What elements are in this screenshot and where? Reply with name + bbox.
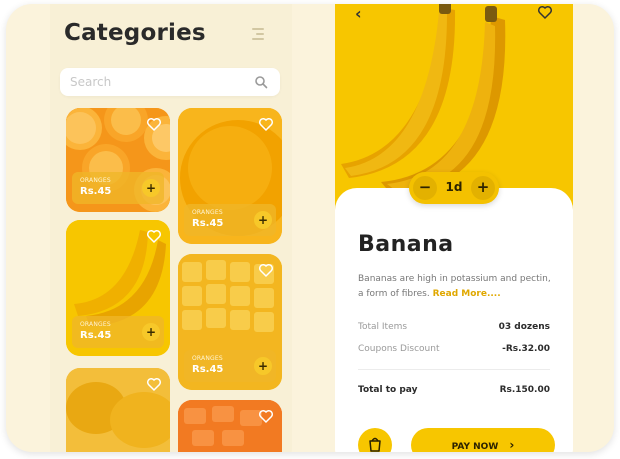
product-price: Rs.45 bbox=[192, 218, 224, 229]
product-name: Banana bbox=[358, 232, 454, 257]
cart-button[interactable] bbox=[358, 428, 392, 452]
search-icon[interactable] bbox=[254, 75, 268, 89]
heart-icon[interactable] bbox=[537, 4, 553, 20]
categories-screen: Categories Search ORANGES Rs.45 + ORANGE… bbox=[50, 4, 292, 452]
add-to-cart-button[interactable]: + bbox=[142, 323, 160, 341]
add-to-cart-button[interactable]: + bbox=[254, 357, 272, 375]
heart-icon[interactable] bbox=[258, 116, 274, 132]
add-to-cart-button[interactable]: + bbox=[142, 179, 160, 197]
heart-icon[interactable] bbox=[146, 376, 162, 392]
product-info: ORANGES Rs.45 + bbox=[72, 316, 164, 348]
total-value: Rs.150.00 bbox=[499, 385, 550, 395]
cart-icon bbox=[369, 437, 381, 452]
coupons-value: -Rs.32.00 bbox=[502, 344, 550, 354]
product-description: Bananas are high in potassium and pectin… bbox=[358, 272, 554, 302]
back-icon[interactable]: ‹ bbox=[355, 4, 362, 23]
product-card[interactable]: ORANGES Rs.45 + bbox=[66, 108, 170, 212]
product-price: Rs.45 bbox=[80, 186, 112, 197]
menu-icon[interactable] bbox=[246, 26, 264, 42]
product-price: Rs.45 bbox=[192, 364, 224, 375]
chevron-right-icon: › bbox=[509, 438, 515, 452]
product-card[interactable]: ORANGES Rs.45 + bbox=[66, 220, 170, 356]
product-card[interactable]: ORANGES Rs.45 + bbox=[178, 108, 282, 244]
total-items-label: Total Items bbox=[358, 322, 408, 332]
coupons-label: Coupons Discount bbox=[358, 344, 440, 354]
decrease-button[interactable]: − bbox=[413, 176, 437, 200]
total-label: Total to pay bbox=[358, 385, 418, 395]
search-field[interactable]: Search bbox=[60, 68, 280, 96]
page-title: Categories bbox=[64, 20, 206, 46]
product-name: ORANGES bbox=[192, 209, 223, 216]
heart-icon[interactable] bbox=[258, 262, 274, 278]
heart-icon[interactable] bbox=[146, 228, 162, 244]
divider bbox=[358, 369, 550, 370]
read-more-link[interactable]: Read More.... bbox=[433, 289, 501, 299]
product-info: ORANGES Rs.45 + bbox=[184, 204, 276, 236]
product-name: ORANGES bbox=[192, 355, 223, 362]
product-name: ORANGES bbox=[80, 321, 111, 328]
heart-icon[interactable] bbox=[258, 408, 274, 424]
pay-now-button[interactable]: PAY NOW › bbox=[411, 428, 555, 452]
increase-button[interactable]: + bbox=[471, 176, 495, 200]
product-card[interactable] bbox=[66, 368, 170, 452]
quantity-stepper: − 1d + bbox=[409, 172, 499, 204]
add-to-cart-button[interactable]: + bbox=[254, 211, 272, 229]
app-preview-frame: Categories Search ORANGES Rs.45 + ORANGE… bbox=[6, 4, 614, 452]
product-price: Rs.45 bbox=[80, 330, 112, 341]
product-card[interactable] bbox=[178, 400, 282, 452]
product-card[interactable]: ORANGES Rs.45 + bbox=[178, 254, 282, 390]
product-info: ORANGES Rs.45 + bbox=[72, 172, 164, 204]
quantity-value: 1d bbox=[445, 180, 463, 194]
product-detail-screen: ‹ − 1d + Banana Bananas are high in pota… bbox=[335, 4, 573, 452]
product-name: ORANGES bbox=[80, 177, 111, 184]
heart-icon[interactable] bbox=[146, 116, 162, 132]
pay-now-label: PAY NOW bbox=[451, 442, 499, 452]
detail-sheet bbox=[335, 188, 573, 452]
search-input[interactable]: Search bbox=[70, 75, 111, 89]
total-items-value: 03 dozens bbox=[498, 322, 550, 332]
product-info: ORANGES Rs.45 + bbox=[184, 350, 276, 382]
